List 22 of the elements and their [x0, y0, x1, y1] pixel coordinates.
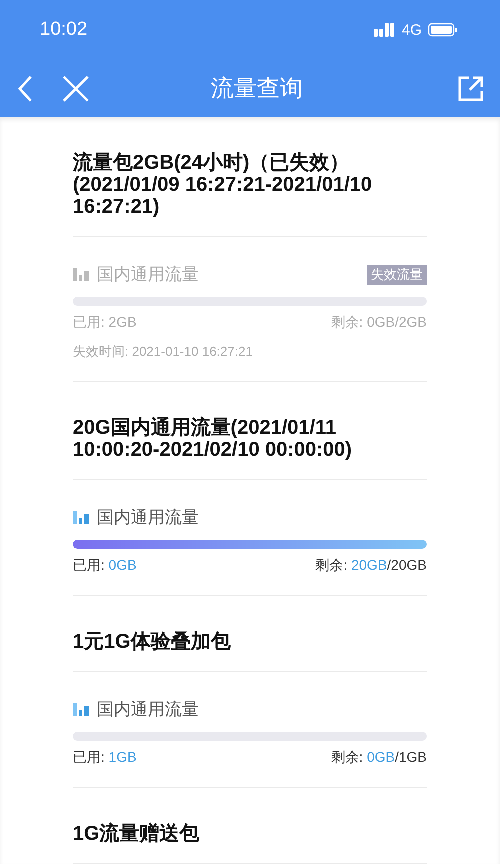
pool-name: 国内通用流量 — [97, 264, 199, 286]
expired-tag: 失效流量 — [367, 264, 427, 284]
used-amount: 已用: 2GB — [73, 314, 137, 332]
expiry-time: 失效时间: 2021-01-10 16:27:21 — [73, 343, 254, 361]
page-title: 流量查询 — [210, 74, 304, 103]
remaining-amount: 剩余: 0GB/1GB — [331, 749, 427, 767]
battery-icon — [428, 23, 458, 37]
used-amount: 已用: 1GB — [73, 749, 137, 767]
package-title: 20G国内通用流量(2021/01/11 10:00:20-2021/02/10 00:00:00) — [73, 417, 354, 461]
remaining-amount: 剩余: 20GB/20GB — [316, 557, 427, 575]
share-button[interactable] — [458, 76, 484, 102]
used-amount: 已用: 0GB — [73, 557, 137, 575]
pool-name: 国内通用流量 — [97, 699, 199, 721]
signal-icon — [374, 23, 396, 37]
close-button[interactable] — [62, 74, 90, 102]
network-type: 4G — [402, 22, 422, 38]
remaining-amount: 剩余: 0GB/2GB — [331, 314, 427, 332]
package-title: 1元1G体验叠加包 — [73, 631, 232, 653]
package-title: 流量包2GB(24小时)（已失效）(2021/01/09 16:27:21-2021/01/10 16:27:21) — [73, 152, 374, 218]
package-title: 1G流量赠送包 — [73, 823, 201, 845]
status-time: 10:02 — [40, 19, 88, 41]
pool-name: 国内通用流量 — [97, 507, 199, 529]
